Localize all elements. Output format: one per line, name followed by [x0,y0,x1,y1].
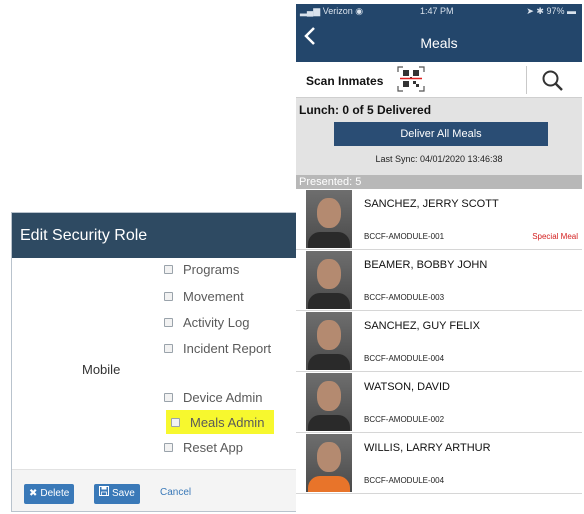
inmate-photo [306,251,352,309]
carrier-text: Verizon [322,6,353,16]
list-item[interactable]: WATSON, DAVID BCCF-AMODULE-002 [296,372,582,433]
permission-device-admin[interactable]: Device Admin [164,387,262,407]
checkbox[interactable] [164,343,173,353]
permission-movement[interactable]: Movement [164,286,244,306]
inmate-location: BCCF-AMODULE-004 [364,476,445,485]
list-item[interactable]: WILLIS, LARRY ARTHUR BCCF-AMODULE-004 [296,433,582,494]
permission-meals-admin[interactable]: Meals Admin [166,410,275,434]
permission-label: Movement [183,288,244,304]
phone-screenshot: ▂▄▆ Verizon ◉ 1:47 PM ➤ ✱ 97% ▬ Meals Sc… [296,4,582,512]
permission-incident-report[interactable]: Incident Report [164,338,271,358]
scan-bar: Scan Inmates [296,62,582,98]
search-icon[interactable] [540,68,566,94]
permission-label: Programs [183,261,240,277]
edit-security-role-panel: Edit Security Role Programs Movement Act… [11,212,307,512]
permission-activity-log[interactable]: Activity Log [164,312,249,332]
permission-programs[interactable]: Programs [164,259,239,279]
wifi-icon: ◉ [355,6,364,16]
cancel-link[interactable]: Cancel [160,487,191,498]
screen-title: Meals [420,35,458,51]
panel-footer: ✖ Delete Save Cancel [12,469,306,511]
delete-button[interactable]: ✖ Delete [24,484,75,504]
inmate-name: WILLIS, LARRY ARTHUR [364,442,491,454]
inmate-photo [306,312,352,370]
status-bar: ▂▄▆ Verizon ◉ 1:47 PM ➤ ✱ 97% ▬ [296,4,582,18]
save-button[interactable]: Save [94,484,140,504]
close-icon: ✖ [29,488,38,499]
bluetooth-icon: ✱ [536,6,544,16]
deliver-all-meals-button[interactable]: Deliver All Meals [334,122,548,146]
checkbox[interactable] [164,291,173,301]
panel-title: Edit Security Role [12,213,306,258]
permission-label: Meals Admin [190,414,265,430]
permission-label: Reset App [183,439,243,455]
inmate-name: WATSON, DAVID [364,381,450,393]
inmate-name: SANCHEZ, GUY FELIX [364,320,480,332]
signal-icon: ▂▄▆ [300,6,321,16]
checkbox[interactable] [164,264,173,274]
permission-label: Device Admin [183,389,263,405]
list-item[interactable]: SANCHEZ, JERRY SCOTT BCCF-AMODULE-001 Sp… [296,189,582,250]
carrier-label: ▂▄▆ Verizon ◉ [300,6,363,17]
special-meal-badge: Special Meal [532,232,578,241]
qr-code-icon[interactable] [397,66,425,92]
group-label-mobile: Mobile [82,362,121,377]
scan-inmates-label: Scan Inmates [306,74,384,88]
checkbox[interactable] [164,392,173,402]
permission-reset-app[interactable]: Reset App [164,437,243,457]
inmate-location: BCCF-AMODULE-004 [364,354,445,363]
last-sync-text: Last Sync: 04/01/2020 13:46:38 [375,154,503,164]
lunch-delivered-count: Lunch: 0 of 5 Delivered [299,103,432,117]
nav-bar: Meals [296,18,582,62]
permission-label: Activity Log [183,314,250,330]
checkbox[interactable] [164,317,173,327]
list-item[interactable]: BEAMER, BOBBY JOHN BCCF-AMODULE-003 [296,250,582,311]
inmate-name: SANCHEZ, JERRY SCOTT [364,198,499,210]
inmate-location: BCCF-AMODULE-003 [364,293,445,302]
location-icon: ➤ [526,6,534,16]
inmate-photo [306,190,352,248]
inmate-location: BCCF-AMODULE-002 [364,415,445,424]
inmate-photo [306,434,352,492]
battery-status: ➤ ✱ 97% ▬ [526,6,576,17]
inmate-photo [306,373,352,431]
save-label: Save [112,488,135,499]
inmate-list: SANCHEZ, JERRY SCOTT BCCF-AMODULE-001 Sp… [296,189,582,494]
list-item[interactable]: SANCHEZ, GUY FELIX BCCF-AMODULE-004 [296,311,582,372]
clock: 1:47 PM [420,6,454,16]
delete-label: Delete [40,488,70,499]
battery-icon: ▬ [567,6,576,16]
meal-status-section: Lunch: 0 of 5 Delivered Deliver All Meal… [296,98,582,175]
checkbox[interactable] [164,442,173,452]
presented-header: Presented: 5 [296,175,582,189]
permission-label: Incident Report [183,340,272,356]
inmate-name: BEAMER, BOBBY JOHN [364,259,488,271]
inmate-location: BCCF-AMODULE-001 [364,232,445,241]
checkbox[interactable] [171,417,180,427]
floppy-disk-icon [99,484,109,504]
divider [526,66,527,94]
battery-text: 97% [546,6,565,16]
